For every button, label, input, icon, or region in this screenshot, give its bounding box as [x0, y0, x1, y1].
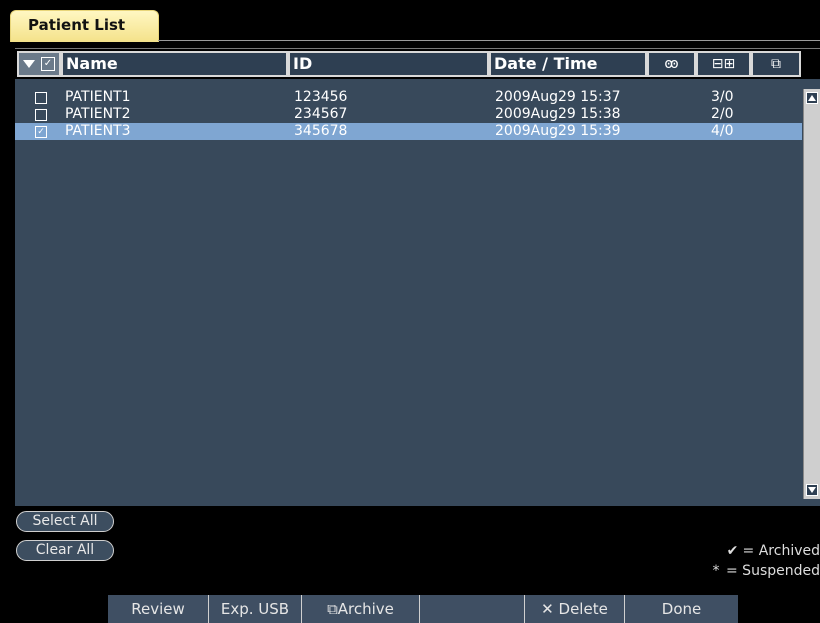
- tab-divider: [158, 40, 820, 41]
- delete-label: Delete: [558, 600, 608, 618]
- person-icon: ꙭ: [664, 56, 679, 72]
- tab-patient-list[interactable]: Patient List: [10, 10, 159, 42]
- legend-archived: ✔ = Archived: [723, 543, 820, 559]
- patient-datetime: 2009Aug29 15:39: [495, 123, 621, 139]
- column-header-study[interactable]: ⊟⊞: [696, 51, 751, 77]
- archive-status-icon: ⧉: [771, 56, 781, 72]
- study-count: 4/0: [711, 123, 734, 139]
- study-count: 2/0: [711, 106, 734, 122]
- table-row[interactable]: PATIENT2 234567 2009Aug29 15:38 2/0: [15, 106, 802, 123]
- bottom-toolbar: Review Exp. USB ⧉Archive ✕ Delete Done: [108, 595, 738, 623]
- patient-id: 123456: [294, 89, 348, 105]
- study-count: 3/0: [711, 89, 734, 105]
- column-header: ✓ Name ID Date / Time ꙭ ⊟⊞ ⧉: [15, 49, 820, 79]
- scroll-down-button[interactable]: [806, 484, 818, 496]
- patient-name: PATIENT2: [65, 106, 131, 122]
- asterisk-icon: *: [712, 563, 720, 579]
- study-count-icon: ⊟⊞: [711, 56, 736, 72]
- done-button[interactable]: Done: [625, 595, 738, 623]
- column-header-name[interactable]: Name: [61, 51, 288, 77]
- row-checkbox[interactable]: [35, 109, 47, 121]
- review-button[interactable]: Review: [108, 595, 209, 623]
- patient-name: PATIENT3: [65, 123, 131, 139]
- patient-id: 234567: [294, 106, 348, 122]
- clear-all-button[interactable]: Clear All: [16, 540, 114, 561]
- checkbox-icon: ✓: [41, 57, 55, 71]
- patient-datetime: 2009Aug29 15:38: [495, 106, 621, 122]
- table-row[interactable]: ✓ PATIENT3 345678 2009Aug29 15:39 4/0: [15, 123, 802, 140]
- row-checkbox[interactable]: ✓: [35, 126, 47, 138]
- archive-icon: ⧉: [327, 600, 338, 618]
- tab-label: Patient List: [28, 16, 126, 34]
- vertical-scrollbar[interactable]: [803, 89, 820, 499]
- archive-button[interactable]: ⧉Archive: [302, 595, 420, 623]
- select-all-button[interactable]: Select All: [16, 511, 114, 532]
- arrow-down-icon: [808, 487, 816, 493]
- patient-rows: PATIENT1 123456 2009Aug29 15:37 3/0 PATI…: [15, 89, 802, 140]
- column-header-archive[interactable]: ⧉: [751, 51, 801, 77]
- patient-list-panel: ✓ Name ID Date / Time ꙭ ⊟⊞ ⧉ PATIENT1 12…: [15, 48, 820, 506]
- column-header-datetime[interactable]: Date / Time: [489, 51, 647, 77]
- arrow-up-icon: [808, 95, 816, 101]
- patient-name: PATIENT1: [65, 89, 131, 105]
- patient-datetime: 2009Aug29 15:37: [495, 89, 621, 105]
- table-row[interactable]: PATIENT1 123456 2009Aug29 15:37 3/0: [15, 89, 802, 106]
- row-checkbox[interactable]: [35, 92, 47, 104]
- scroll-up-button[interactable]: [806, 92, 818, 104]
- column-header-id[interactable]: ID: [288, 51, 489, 77]
- select-menu-button[interactable]: ✓: [17, 51, 61, 77]
- legend-suspended: * = Suspended: [706, 563, 820, 579]
- patient-id: 345678: [294, 123, 348, 139]
- archive-label: Archive: [337, 600, 394, 618]
- delete-button[interactable]: ✕ Delete: [525, 595, 625, 623]
- toolbar-spacer: [420, 595, 525, 623]
- checkmark-icon: ✔: [726, 543, 739, 559]
- dropdown-arrow-icon: [23, 60, 35, 68]
- close-icon: ✕: [541, 600, 554, 618]
- column-header-person[interactable]: ꙭ: [647, 51, 696, 77]
- exp-usb-button[interactable]: Exp. USB: [209, 595, 302, 623]
